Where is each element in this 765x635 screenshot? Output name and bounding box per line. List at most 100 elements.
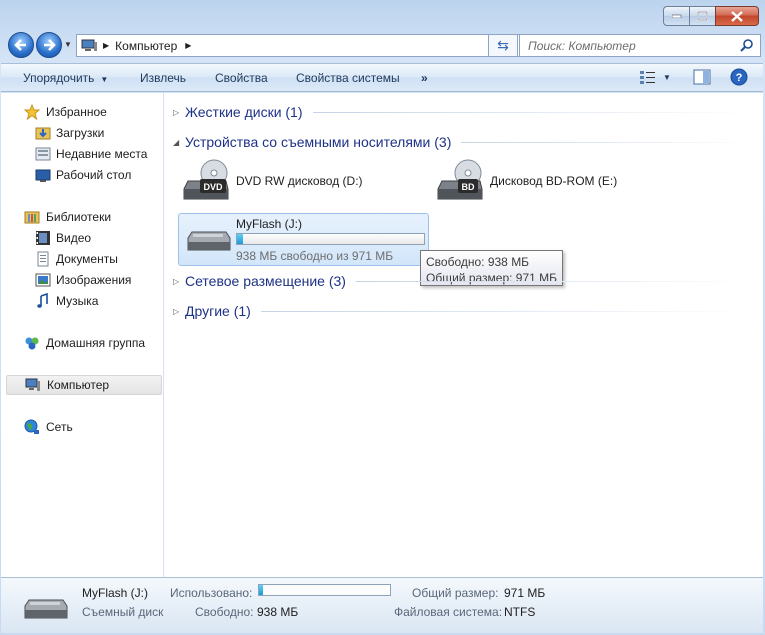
details-fs-value: NTFS: [504, 605, 536, 619]
desktop-icon: [35, 169, 51, 182]
history-dropdown-icon[interactable]: ▼: [64, 40, 72, 49]
search-input[interactable]: Поиск: Компьютер: [519, 34, 761, 57]
drive-usage-fill: [237, 234, 244, 244]
video-icon: [36, 231, 50, 245]
drive-label: MyFlash (J:): [236, 217, 302, 231]
drive-dvd[interactable]: DVD DVD RW дисковод (D:): [182, 157, 363, 205]
drive-flash[interactable]: MyFlash (J:) 938 МБ свободно из 971 МБ: [178, 213, 429, 266]
downloads-folder-icon: [35, 127, 51, 140]
group-header-removable[interactable]: ◢ Устройства со съемными носителями (3): [173, 132, 753, 152]
group-title: Другие (1): [185, 303, 251, 319]
view-dropdown-icon[interactable]: ▼: [663, 73, 671, 82]
sidebar-item-libraries[interactable]: Библиотеки: [1, 207, 162, 227]
close-icon[interactable]: [715, 6, 759, 26]
sidebar-item-label: Избранное: [46, 105, 107, 119]
expand-icon[interactable]: ▷: [173, 108, 185, 117]
explorer-window: ▼ ▶ Компьютер ▶ ▼ ⇆ Поиск: Компьютер Упо…: [0, 0, 765, 635]
properties-button[interactable]: Свойства: [215, 71, 268, 85]
refresh-icon: ⇆: [497, 37, 509, 53]
details-free-value: 938 МБ: [257, 605, 299, 619]
sidebar-item-label: Недавние места: [56, 147, 148, 161]
bd-drive-icon: BD: [437, 159, 483, 200]
chevron-down-icon: ▼: [100, 75, 109, 84]
tooltip-free: Свободно: 938 МБ: [426, 255, 530, 269]
group-header-network[interactable]: ▷ Сетевое размещение (3): [173, 271, 753, 291]
group-title: Сетевое размещение (3): [185, 273, 346, 289]
content-pane: ▷ Жесткие диски (1) ◢ Устройства со съем…: [164, 93, 763, 577]
sidebar-item-label: Видео: [56, 231, 92, 245]
sidebar-item-label: Сеть: [46, 420, 73, 434]
back-button[interactable]: [8, 32, 34, 58]
window-controls: [663, 6, 759, 26]
star-icon: [24, 104, 40, 120]
bd-badge: BD: [462, 182, 475, 192]
drive-free-space: 938 МБ свободно из 971 МБ: [236, 249, 394, 263]
organize-button[interactable]: Упорядочить ▼: [23, 71, 108, 85]
eject-button[interactable]: Извлечь: [140, 71, 186, 85]
breadcrumb-separator-icon[interactable]: ▶: [185, 41, 191, 50]
details-type: Съемный диск: [82, 605, 164, 619]
sidebar-item-computer[interactable]: Компьютер: [6, 375, 162, 395]
navigation-bar: ▼ ▶ Компьютер ▶ ▼ ⇆ Поиск: Компьютер: [6, 30, 761, 58]
group-title: Жесткие диски (1): [185, 104, 303, 120]
group-header-other[interactable]: ▷ Другие (1): [173, 301, 753, 321]
homegroup-icon: [25, 337, 39, 350]
sidebar-item-label: Музыка: [56, 294, 99, 308]
more-commands-button[interactable]: »: [421, 71, 428, 85]
sidebar-item-downloads[interactable]: Загрузки: [1, 123, 162, 143]
sidebar-item-favorites[interactable]: Избранное: [1, 102, 162, 122]
svg-text:?: ?: [736, 72, 743, 84]
details-name: MyFlash (J:): [82, 586, 148, 600]
music-icon: [37, 293, 48, 308]
navigation-pane: Избранное Загрузки Недавние места Рабочи…: [1, 93, 164, 577]
maximize-icon[interactable]: [689, 6, 715, 26]
sidebar-item-label: Домашняя группа: [46, 336, 146, 350]
network-icon: [24, 419, 39, 434]
group-divider: [355, 280, 753, 282]
group-header-hard-disks[interactable]: ▷ Жесткие диски (1): [173, 102, 753, 122]
sidebar-item-documents[interactable]: Документы: [1, 249, 162, 269]
search-icon[interactable]: [740, 38, 754, 52]
arrow-right-icon: [44, 39, 56, 51]
drive-usage-bar: [236, 233, 425, 245]
breadcrumb-separator-icon[interactable]: ▶: [103, 41, 109, 50]
details-pane: MyFlash (J:) Съемный диск Использовано: …: [1, 577, 763, 633]
sidebar-item-homegroup[interactable]: Домашняя группа: [1, 333, 162, 353]
view-options-icon[interactable]: [639, 69, 657, 85]
minimize-icon[interactable]: [663, 6, 689, 26]
help-icon[interactable]: ?: [730, 68, 748, 86]
command-bar: Упорядочить ▼ Извлечь Свойства Свойства с…: [1, 63, 763, 92]
drive-bd[interactable]: BD Дисковод BD-ROM (E:): [436, 157, 617, 205]
sidebar-item-label: Библиотеки: [46, 210, 112, 224]
collapse-icon[interactable]: ◢: [173, 138, 185, 147]
details-usage-bar: [258, 584, 391, 596]
group-divider: [260, 310, 753, 312]
preview-pane-icon[interactable]: [693, 69, 711, 85]
details-total-label: Общий размер:: [412, 586, 499, 600]
details-usage-fill: [259, 585, 264, 595]
search-placeholder: Поиск: Компьютер: [528, 39, 636, 53]
libraries-icon: [24, 211, 40, 224]
system-properties-button[interactable]: Свойства системы: [296, 71, 400, 85]
details-free-label: Свободно:: [195, 605, 254, 619]
refresh-button[interactable]: ⇆: [488, 34, 518, 57]
sidebar-item-video[interactable]: Видео: [1, 228, 162, 248]
group-divider: [461, 141, 753, 143]
address-bar[interactable]: ▶ Компьютер ▶ ▼: [76, 34, 520, 57]
dvd-badge: DVD: [203, 182, 223, 192]
sidebar-item-recent[interactable]: Недавние места: [1, 144, 162, 164]
forward-button[interactable]: [36, 32, 62, 58]
documents-icon: [37, 251, 49, 267]
breadcrumb-computer[interactable]: Компьютер: [115, 39, 177, 53]
sidebar-item-label: Документы: [56, 252, 118, 266]
sidebar-item-music[interactable]: Музыка: [1, 291, 162, 311]
expand-icon[interactable]: ▷: [173, 277, 185, 286]
usb-drive-icon: [187, 231, 231, 251]
sidebar-item-images[interactable]: Изображения: [1, 270, 162, 290]
details-fs-label: Файловая система:: [394, 605, 503, 619]
images-icon: [35, 273, 51, 287]
expand-icon[interactable]: ▷: [173, 307, 185, 316]
organize-label: Упорядочить: [23, 71, 95, 85]
sidebar-item-desktop[interactable]: Рабочий стол: [1, 165, 162, 185]
sidebar-item-network[interactable]: Сеть: [1, 417, 162, 437]
